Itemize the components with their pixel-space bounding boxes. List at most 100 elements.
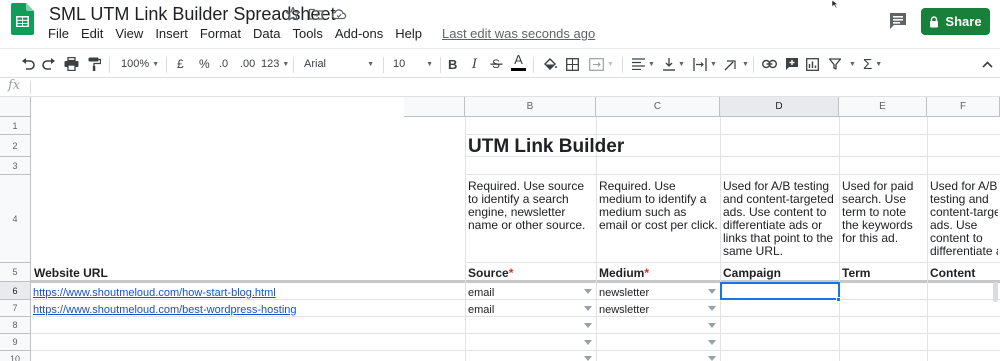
dropdown-arrow-icon[interactable] [708,323,716,328]
chevron-down-icon: ▼ [678,60,685,68]
horizontal-align-icon[interactable]: ▼ [632,56,655,72]
row-header-7[interactable]: 7 [0,300,31,317]
currency-format-button[interactable]: £ [177,56,184,72]
strikethrough-icon[interactable]: S [490,56,503,72]
url-link[interactable]: https://www.shoutmeloud.com/best-wordpre… [33,304,297,316]
menu-add-ons[interactable]: Add-ons [329,26,389,44]
dropdown-arrow-icon[interactable] [584,289,592,294]
column-header-c[interactable]: C [596,97,720,117]
source-cell[interactable]: email [468,304,494,317]
gridline [465,134,1000,135]
star-icon[interactable] [285,6,301,22]
fill-color-icon[interactable] [543,56,557,72]
share-label: Share [945,14,982,29]
menu-insert[interactable]: Insert [149,26,194,44]
dropdown-arrow-icon[interactable] [584,323,592,328]
row-header-5[interactable]: 5 [0,263,31,282]
column-header-d[interactable]: D [720,97,839,117]
content-description: Used for A/B testing and content-targete… [930,180,998,258]
dropdown-arrow-icon[interactable] [708,289,716,294]
row-header-1[interactable]: 1 [0,117,31,135]
dropdown-arrow-icon[interactable] [708,306,716,311]
share-button[interactable]: Share [921,8,990,35]
row-header-9[interactable]: 9 [0,334,31,351]
menu-edit[interactable]: Edit [75,26,109,44]
filter-icon[interactable]: ▼ [829,56,856,72]
text-color-letter: A [514,52,523,67]
cloud-status-icon[interactable] [331,6,347,22]
zoom-select[interactable]: 100% ▼ [121,56,159,72]
source-cell[interactable]: email [468,287,494,300]
sheets-logo-icon[interactable] [11,3,34,35]
url-cell[interactable]: https://www.shoutmeloud.com/how-start-bl… [33,286,276,300]
font-select[interactable]: Arial ▼ [304,56,374,72]
collapse-toolbar-icon[interactable] [982,56,993,72]
row-header-10[interactable]: 10 [0,351,31,361]
menu-view[interactable]: View [109,26,149,44]
insert-comment-icon[interactable] [785,56,799,72]
select-all-corner[interactable] [0,97,31,117]
term-header: Term [842,266,871,280]
row-header-2[interactable]: 2 [0,135,31,157]
menu-help[interactable]: Help [389,26,428,44]
print-icon[interactable] [64,56,79,72]
decrease-decimal-button[interactable]: .0 [219,56,228,72]
website-url-header: Website URL [34,266,108,280]
bold-button[interactable]: B [448,56,457,72]
insert-link-icon[interactable] [762,56,777,72]
required-marker: * [508,266,514,280]
gridline [465,174,1000,175]
column-header-e[interactable]: E [839,97,927,117]
functions-icon[interactable]: Σ ▼ [863,56,882,73]
vertical-align-icon[interactable]: ▼ [663,56,685,72]
menu-file[interactable]: File [42,26,75,44]
url-link[interactable]: https://www.shoutmeloud.com/how-start-bl… [33,287,276,299]
toolbar-divider [109,57,110,73]
paint-format-icon[interactable] [88,56,101,72]
active-cell-selection[interactable] [720,282,840,300]
fill-handle[interactable] [836,297,841,302]
formula-input[interactable] [36,80,986,95]
url-cell[interactable]: https://www.shoutmeloud.com/best-wordpre… [33,303,297,317]
redo-icon[interactable] [42,56,56,72]
dropdown-arrow-icon[interactable] [584,356,592,361]
vertical-scrollbar-thumb[interactable] [993,282,998,302]
more-formats-select[interactable]: 123 ▼ [261,56,289,72]
borders-icon[interactable] [566,56,579,72]
undo-icon[interactable] [21,56,35,72]
gridline [720,117,721,361]
font-size-select[interactable]: 10 ▼ [393,56,433,72]
percent-format-button[interactable]: % [199,56,210,72]
dropdown-arrow-icon[interactable] [708,340,716,345]
text-color-button[interactable]: A [511,53,526,73]
term-description: Used for paid search. Use term to note t… [842,179,914,245]
formula-bar: fx [0,78,1000,97]
dropdown-arrow-icon[interactable] [584,306,592,311]
row-header-8[interactable]: 8 [0,317,31,334]
italic-button[interactable]: I [472,56,477,72]
column-header-f[interactable]: F [927,97,1000,117]
comment-icon[interactable] [888,12,908,30]
row-header-4[interactable]: 4 [0,175,31,263]
menu-tools[interactable]: Tools [286,26,328,44]
dropdown-arrow-icon[interactable] [708,356,716,361]
row-header-6[interactable]: 6 [0,282,31,300]
menu-data[interactable]: Data [247,26,286,44]
row-header-3[interactable]: 3 [0,157,31,175]
text-wrapping-icon[interactable]: ▼ [693,56,717,72]
text-rotation-icon[interactable]: ▼ [724,56,749,72]
chevron-down-icon: ▼ [282,60,290,68]
menu-format[interactable]: Format [194,26,247,44]
last-edit-link[interactable]: Last edit was seconds ago [442,26,595,44]
column-header-blank[interactable] [404,97,465,117]
medium-cell[interactable]: newsletter [599,304,649,317]
column-header-b[interactable]: B [465,97,596,117]
merge-cells-icon[interactable]: ▼ [589,56,614,72]
dropdown-arrow-icon[interactable] [584,340,592,345]
frozen-rows-divider[interactable] [31,280,1000,283]
increase-decimal-button[interactable]: .00 [240,56,255,72]
medium-cell[interactable]: newsletter [599,287,649,300]
formula-divider [30,81,31,94]
move-to-folder-icon[interactable] [308,6,324,22]
insert-chart-icon[interactable] [806,56,819,72]
